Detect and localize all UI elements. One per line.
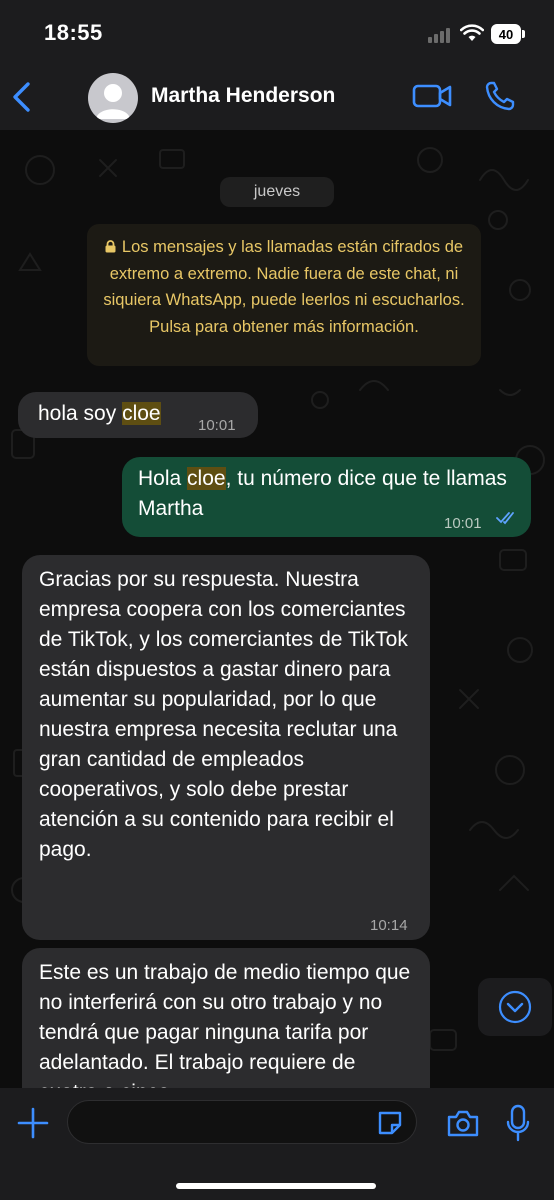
status-bar: 18:55 40 — [0, 0, 554, 64]
message-input[interactable] — [67, 1100, 417, 1144]
camera-icon[interactable] — [446, 1108, 480, 1138]
message-time: 10:01 — [198, 417, 236, 434]
chat-header: Martha Henderson — [0, 64, 554, 130]
video-call-icon[interactable] — [412, 82, 452, 110]
message-highlight: cloe — [122, 402, 161, 425]
sticker-icon[interactable] — [376, 1109, 404, 1137]
message-highlight: cloe — [187, 467, 226, 490]
date-divider: jueves — [220, 177, 334, 207]
double-check-read-icon — [496, 512, 514, 525]
default-avatar-icon — [96, 84, 130, 119]
message-text: Hola — [138, 467, 188, 490]
encryption-notice-text: Los mensajes y las llamadas están cifrad… — [103, 238, 465, 336]
input-bar — [0, 1088, 554, 1200]
home-indicator — [176, 1183, 376, 1189]
back-chevron-icon[interactable] — [8, 80, 38, 114]
message-bubble-incoming[interactable]: Gracias por su respuesta. Nuestra empres… — [22, 555, 430, 940]
battery-indicator: 40 — [491, 24, 521, 44]
message-bubble-outgoing[interactable]: Hola cloe, tu número dice que te llamas … — [122, 457, 531, 537]
status-time: 18:55 — [44, 20, 103, 45]
message-time: 10:01 — [444, 515, 482, 532]
message-text: hola soy — [38, 402, 123, 425]
chevron-down-circle-icon — [498, 990, 532, 1024]
wifi-icon — [460, 24, 484, 41]
microphone-icon[interactable] — [506, 1104, 530, 1142]
message-bubble-incoming[interactable]: hola soy cloe 10:01 — [18, 392, 258, 438]
battery-tip — [522, 30, 525, 38]
lock-icon — [105, 235, 116, 253]
avatar[interactable] — [88, 73, 138, 123]
chat-area[interactable]: jueves Los mensajes y las llamadas están… — [0, 130, 554, 1088]
message-bubble-incoming[interactable]: Este es un trabajo de medio tiempo que n… — [22, 948, 430, 1088]
contact-name[interactable]: Martha Henderson — [151, 84, 335, 108]
message-text: Gracias por su respuesta. Nuestra empres… — [39, 568, 408, 861]
encryption-notice[interactable]: Los mensajes y las llamadas están cifrad… — [87, 224, 481, 366]
plus-icon[interactable] — [16, 1106, 50, 1140]
cellular-signal-icon — [428, 27, 454, 43]
message-time: 10:14 — [370, 917, 408, 934]
scroll-to-bottom-button[interactable] — [478, 978, 552, 1036]
message-text: Este es un trabajo de medio tiempo que n… — [39, 961, 411, 1088]
phone-call-icon[interactable] — [484, 80, 516, 112]
